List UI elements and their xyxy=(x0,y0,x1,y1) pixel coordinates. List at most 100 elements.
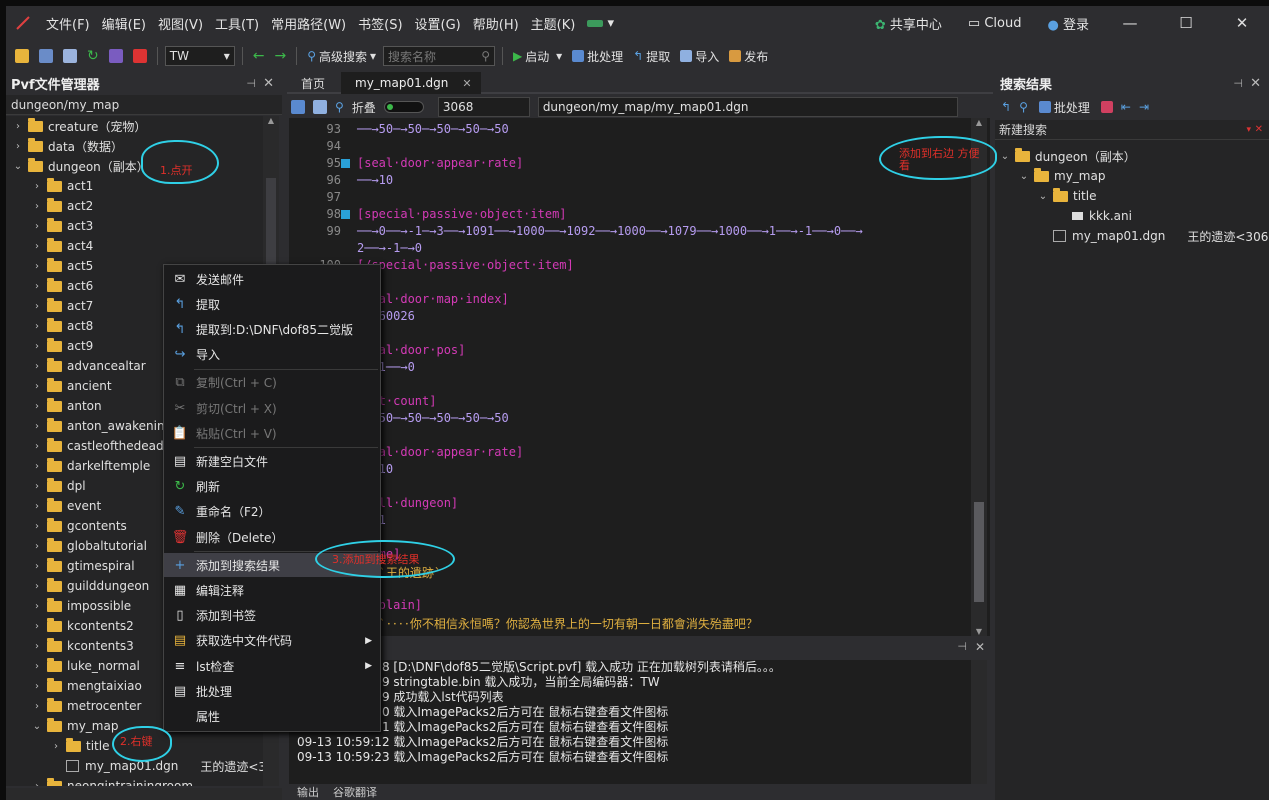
chevron-right-icon[interactable]: › xyxy=(31,201,43,212)
tree-folder[interactable]: › act6 xyxy=(31,276,93,296)
chevron-right-icon[interactable]: › xyxy=(31,421,43,432)
advanced-search-button[interactable]: ⚲ 高级搜索 ▾ xyxy=(304,45,379,67)
tab-my-map01[interactable]: my_map01.dgn ✕ xyxy=(341,72,481,94)
scroll-up-icon[interactable]: ▲ xyxy=(263,116,279,125)
tree-folder[interactable]: › act1 xyxy=(31,176,93,196)
fold-toggle[interactable] xyxy=(383,101,424,113)
new-search-tab[interactable]: 新建搜索 ▾ ✕ xyxy=(995,120,1269,140)
tree-folder[interactable]: › act7 xyxy=(31,296,93,316)
tab-home[interactable]: 首页 xyxy=(287,72,339,94)
import-button[interactable]: 导入 xyxy=(677,45,722,67)
chevron-down-icon[interactable]: ⌄ xyxy=(999,151,1011,162)
tree-folder[interactable]: › gcontents xyxy=(31,516,127,536)
result-file[interactable]: my_map01.dgn 王的遗迹<3068 xyxy=(1037,226,1269,246)
menu-bookmarks[interactable]: 书签(S) xyxy=(352,14,408,33)
chevron-right-icon[interactable]: › xyxy=(31,341,43,352)
menu-tools[interactable]: 工具(T) xyxy=(209,14,265,33)
extract-icon[interactable]: ↰ xyxy=(1001,100,1011,114)
expand-icon[interactable]: ⇥ xyxy=(1139,100,1149,114)
chevron-right-icon[interactable]: › xyxy=(31,781,43,787)
tree-folder[interactable]: › gtimespiral xyxy=(31,556,135,576)
log-scrollbar[interactable] xyxy=(971,660,987,784)
context-menu-item[interactable]: ↪ 导入 xyxy=(164,343,380,367)
search-input[interactable]: 搜索名称 ⚲ xyxy=(383,46,496,66)
chevron-right-icon[interactable]: › xyxy=(31,541,43,552)
chevron-right-icon[interactable]: › xyxy=(31,661,43,672)
close-icon[interactable]: ✕ xyxy=(1255,124,1263,135)
tree-folder[interactable]: ⌄ my_map xyxy=(31,716,118,736)
tree-folder[interactable]: › act9 xyxy=(31,336,93,356)
chevron-right-icon[interactable]: › xyxy=(31,461,43,472)
context-menu-item[interactable]: ↰ 提取到:D:\DNF\dof85二觉版 xyxy=(164,317,380,341)
close-file-button[interactable] xyxy=(130,45,150,67)
result-file[interactable]: kkk.ani xyxy=(1056,206,1132,226)
chevron-down-icon[interactable]: ⌄ xyxy=(1018,171,1030,182)
chevron-right-icon[interactable]: › xyxy=(31,621,43,632)
menu-view[interactable]: 视图(V) xyxy=(152,14,209,33)
search-icon[interactable]: ⚲ xyxy=(335,100,344,114)
back-button[interactable]: ← xyxy=(250,45,268,67)
context-menu-item[interactable]: ↻ 刷新 xyxy=(164,475,380,499)
close-icon[interactable]: ✕ xyxy=(263,76,274,91)
pin-icon[interactable]: ⊣ xyxy=(957,640,967,653)
context-menu-item[interactable]: ≡ lst检查 ▶ xyxy=(164,654,380,678)
save-as-button[interactable] xyxy=(106,45,126,67)
chevron-right-icon[interactable]: › xyxy=(31,681,43,692)
forward-button[interactable]: → xyxy=(271,45,289,67)
batch-button[interactable]: 批处理 xyxy=(569,45,626,67)
chevron-right-icon[interactable]: › xyxy=(31,581,43,592)
tab-google-translate[interactable]: 谷歌翻译 xyxy=(333,784,377,800)
layout-dropdown[interactable]: ▾ xyxy=(581,16,620,31)
tree-folder[interactable]: › luke_normal xyxy=(31,656,140,676)
context-menu-item[interactable]: ▤ 获取选中文件代码 ▶ xyxy=(164,629,380,653)
context-menu-item[interactable]: ▤ 新建空白文件 xyxy=(164,449,380,473)
context-menu-item[interactable]: 属性 xyxy=(164,704,380,728)
chevron-right-icon[interactable]: › xyxy=(31,701,43,712)
chevron-right-icon[interactable]: › xyxy=(31,221,43,232)
tree-folder[interactable]: › data（数据） xyxy=(12,136,123,156)
share-center-button[interactable]: ✿ 共享中心 xyxy=(869,14,948,33)
close-icon[interactable]: ✕ xyxy=(975,640,985,654)
tree-folder[interactable]: › creature（宠物） xyxy=(12,116,146,136)
search-icon[interactable]: ⚲ xyxy=(1019,100,1028,114)
chevron-right-icon[interactable]: › xyxy=(31,321,43,332)
tree-folder[interactable]: › impossible xyxy=(31,596,131,616)
chevron-right-icon[interactable]: › xyxy=(31,481,43,492)
file-path-input[interactable]: dungeon/my_map/my_map01.dgn xyxy=(537,97,958,117)
close-tab-icon[interactable]: ✕ xyxy=(462,77,471,90)
context-menu-item[interactable]: ▦ 编辑注释 xyxy=(164,578,380,602)
chevron-down-icon[interactable]: ⌄ xyxy=(12,161,24,172)
scroll-down-icon[interactable]: ▼ xyxy=(971,627,987,636)
tree-folder[interactable]: › act4 xyxy=(31,236,93,256)
chevron-down-icon[interactable]: ⌄ xyxy=(31,721,43,732)
fold-marker-icon[interactable] xyxy=(341,159,350,168)
extract-button[interactable]: ↰ 提取 xyxy=(630,45,673,67)
export-list-icon[interactable] xyxy=(1100,101,1113,113)
maximize-button[interactable]: ☐ xyxy=(1165,14,1207,32)
tree-folder[interactable]: › globaltutorial xyxy=(31,536,147,556)
chevron-right-icon[interactable]: › xyxy=(31,281,43,292)
tree-folder[interactable]: › kcontents2 xyxy=(31,616,134,636)
scroll-up-icon[interactable]: ▲ xyxy=(971,118,987,127)
chevron-right-icon[interactable]: › xyxy=(31,501,43,512)
context-menu-item[interactable]: ✎ 重命名（F2） xyxy=(164,500,380,524)
start-button[interactable]: ▶ 启动 ▾ xyxy=(510,45,565,67)
tree-folder[interactable]: › neongintrainingroom xyxy=(31,776,193,786)
pin-icon[interactable]: ⊣ xyxy=(1233,77,1243,90)
encoding-select[interactable]: TW ▾ xyxy=(164,46,235,66)
result-folder[interactable]: ⌄ my_map xyxy=(1018,166,1105,186)
close-window-button[interactable]: ✕ xyxy=(1221,14,1263,32)
tree-folder[interactable]: › dpl xyxy=(31,476,86,496)
chevron-right-icon[interactable]: › xyxy=(31,301,43,312)
chevron-right-icon[interactable]: › xyxy=(50,741,62,752)
reload-button[interactable]: ↻ xyxy=(84,45,102,67)
chevron-right-icon[interactable]: › xyxy=(31,181,43,192)
save-all-button[interactable] xyxy=(60,45,80,67)
result-folder[interactable]: ⌄ dungeon（副本） xyxy=(999,146,1136,166)
tab-output[interactable]: 输出 xyxy=(297,784,319,800)
open-folder-button[interactable] xyxy=(12,45,32,67)
menu-help[interactable]: 帮助(H) xyxy=(467,14,525,33)
chevron-right-icon[interactable]: › xyxy=(31,441,43,452)
chevron-right-icon[interactable]: › xyxy=(31,261,43,272)
menu-settings[interactable]: 设置(G) xyxy=(409,14,467,33)
